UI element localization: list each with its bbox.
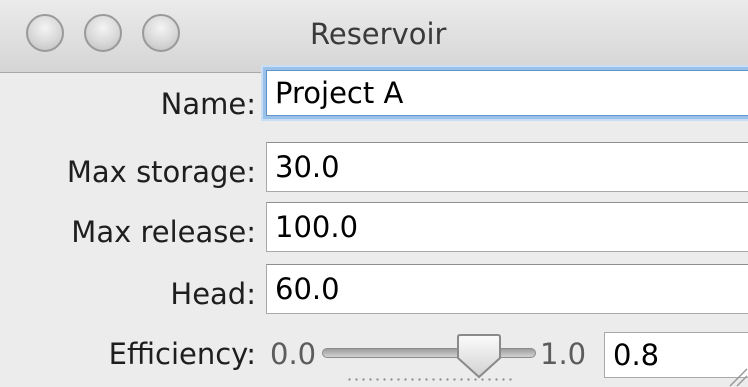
max-release-field[interactable] [266, 202, 748, 252]
minimize-icon[interactable] [84, 14, 122, 52]
reservoir-window: Reservoir Name: Max storage: Max release… [0, 0, 748, 387]
title-bar[interactable]: Reservoir [0, 0, 748, 73]
zoom-icon[interactable] [142, 14, 180, 52]
head-field[interactable] [266, 264, 748, 314]
max-storage-field[interactable] [266, 142, 748, 192]
slider-knob-icon[interactable] [456, 332, 502, 380]
max-storage-label: Max storage: [66, 155, 256, 189]
name-field[interactable] [266, 70, 748, 116]
max-release-label: Max release: [71, 215, 256, 249]
window-title: Reservoir [310, 17, 447, 51]
slider-max-label: 1.0 [540, 337, 587, 371]
resize-grip-icon[interactable] [724, 363, 748, 387]
name-label: Name: [160, 87, 256, 121]
efficiency-slider-track[interactable] [322, 348, 536, 358]
slider-min-label: 0.0 [270, 337, 317, 371]
efficiency-label: Efficiency: [108, 337, 256, 371]
head-label: Head: [170, 277, 256, 311]
close-icon[interactable] [26, 14, 64, 52]
